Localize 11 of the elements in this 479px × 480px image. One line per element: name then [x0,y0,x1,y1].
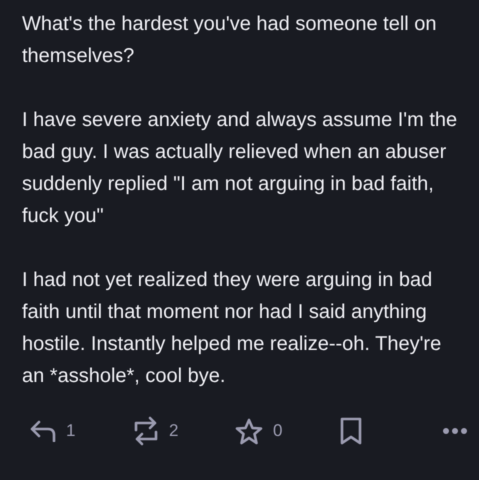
bookmark-icon[interactable] [340,417,362,445]
count-label: 1 [66,420,76,442]
boost-icon[interactable] [133,416,159,446]
count-label: 2 [169,420,178,442]
star-icon[interactable] [235,418,263,444]
count-label: 0 [273,420,282,442]
post-paragraph: What's the hardest you've had someone tell on themselves? [22,12,438,69]
post-paragraph: I have severe anxiety and always assume I'm the bad guy. I was actually relieved when an abuser suddenly replied "I am not arguing in bad faith, fuck you" [22,108,458,229]
reply-icon[interactable] [30,420,56,442]
post-paragraph: I had not yet realized they were arguing in bad faith until that moment nor had I said anything hostile. Instantly helped me realize--oh. They're an *asshole*, cool bye. [22,268,442,389]
more-icon[interactable] [443,428,467,434]
